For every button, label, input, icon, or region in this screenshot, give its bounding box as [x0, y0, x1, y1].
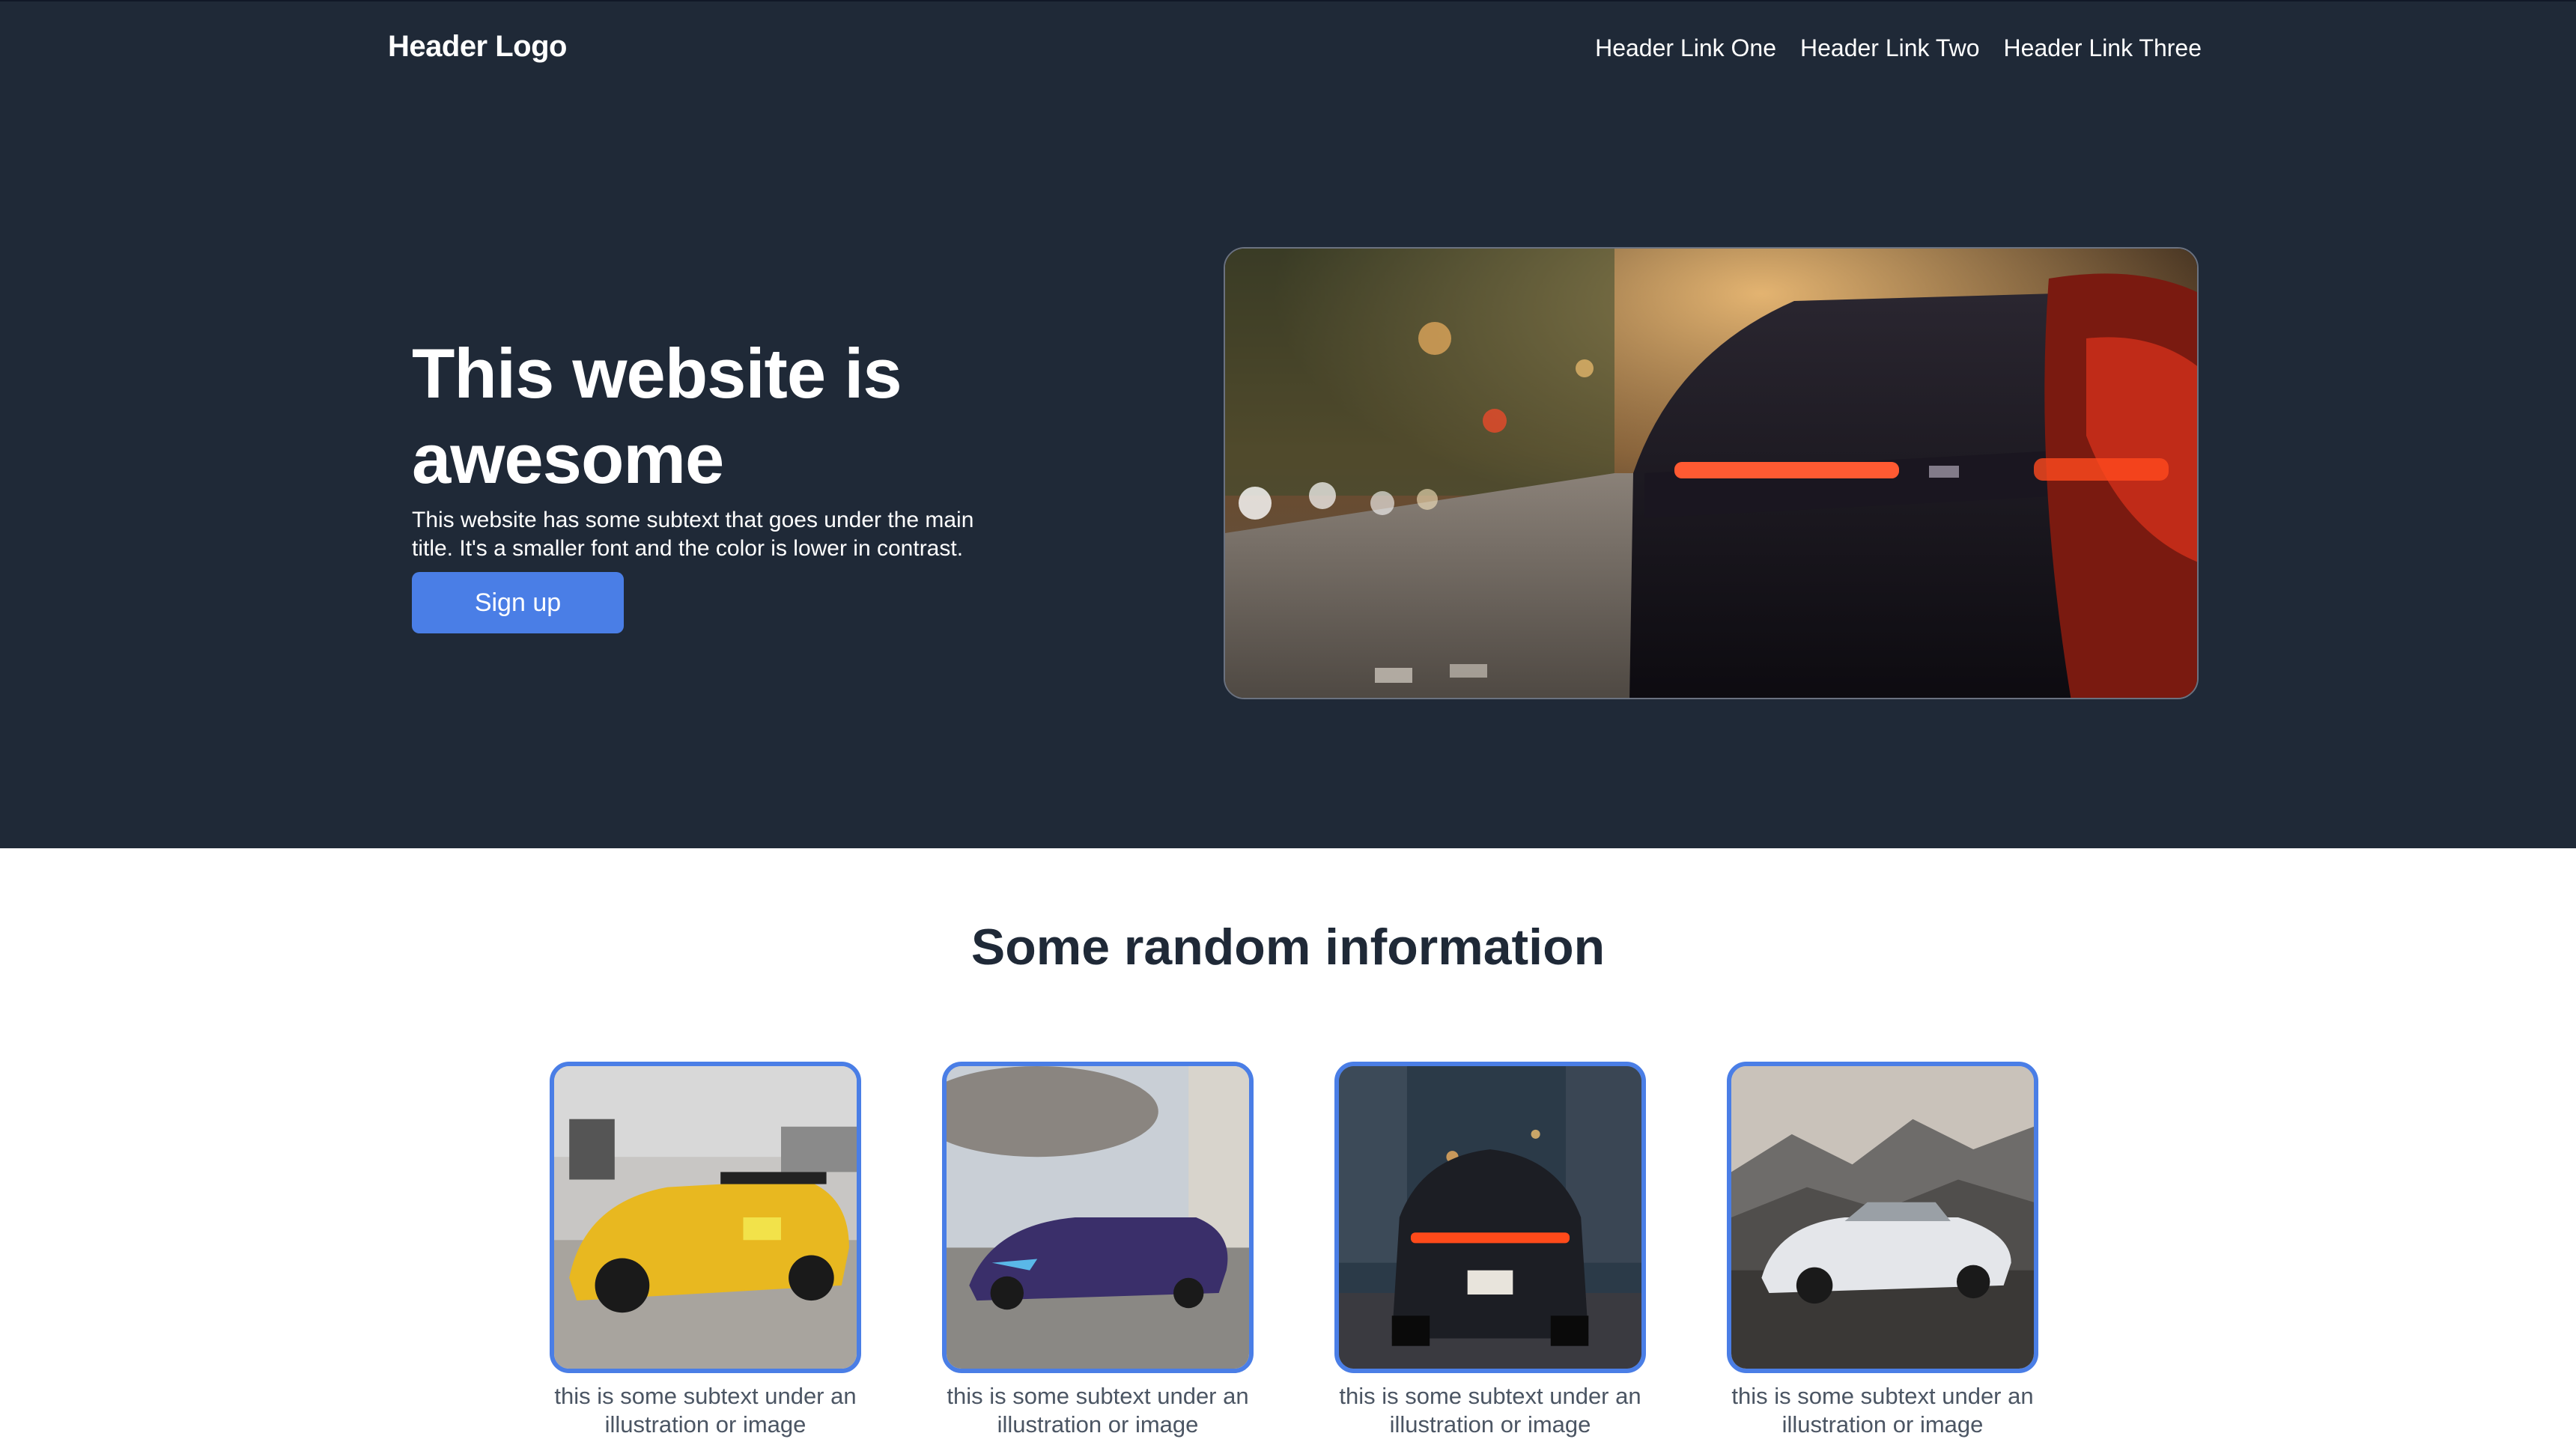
header-link-one[interactable]: Header Link One — [1595, 34, 1776, 62]
section-title: Some random information — [970, 919, 1606, 976]
hero-text-block: This website is awesome This website has… — [412, 331, 996, 633]
info-cards: this is some subtext under an illustrati… — [0, 1062, 2576, 1439]
info-card: this is some subtext under an illustrati… — [1727, 1062, 2038, 1439]
hero-section: Header Logo Header Link One Header Link … — [0, 0, 2576, 848]
card-image-white-car — [1727, 1062, 2038, 1373]
header-link-three[interactable]: Header Link Three — [2004, 34, 2202, 62]
hero-subtitle: This website has some subtext that goes … — [412, 508, 974, 561]
card-caption: this is some subtext under an illustrati… — [554, 1383, 857, 1438]
hero-image — [1224, 247, 2199, 699]
hero-title: This website is awesome — [412, 334, 902, 498]
info-card: this is some subtext under an illustrati… — [1334, 1062, 1646, 1439]
info-card: this is some subtext under an illustrati… — [942, 1062, 1254, 1439]
header-link-two[interactable]: Header Link Two — [1800, 34, 1980, 62]
card-image-yellow-car — [550, 1062, 861, 1373]
card-caption: this is some subtext under an illustrati… — [1731, 1383, 2034, 1438]
sign-up-button[interactable]: Sign up — [412, 572, 624, 633]
header-nav: Header Link One Header Link Two Header L… — [1595, 34, 2202, 62]
header-logo[interactable]: Header Logo — [388, 30, 567, 64]
card-caption: this is some subtext under an illustrati… — [1339, 1383, 1641, 1438]
card-image-purple-car — [942, 1062, 1254, 1373]
card-image-city-car — [1334, 1062, 1646, 1373]
info-card: this is some subtext under an illustrati… — [550, 1062, 861, 1439]
card-caption: this is some subtext under an illustrati… — [947, 1383, 1249, 1438]
